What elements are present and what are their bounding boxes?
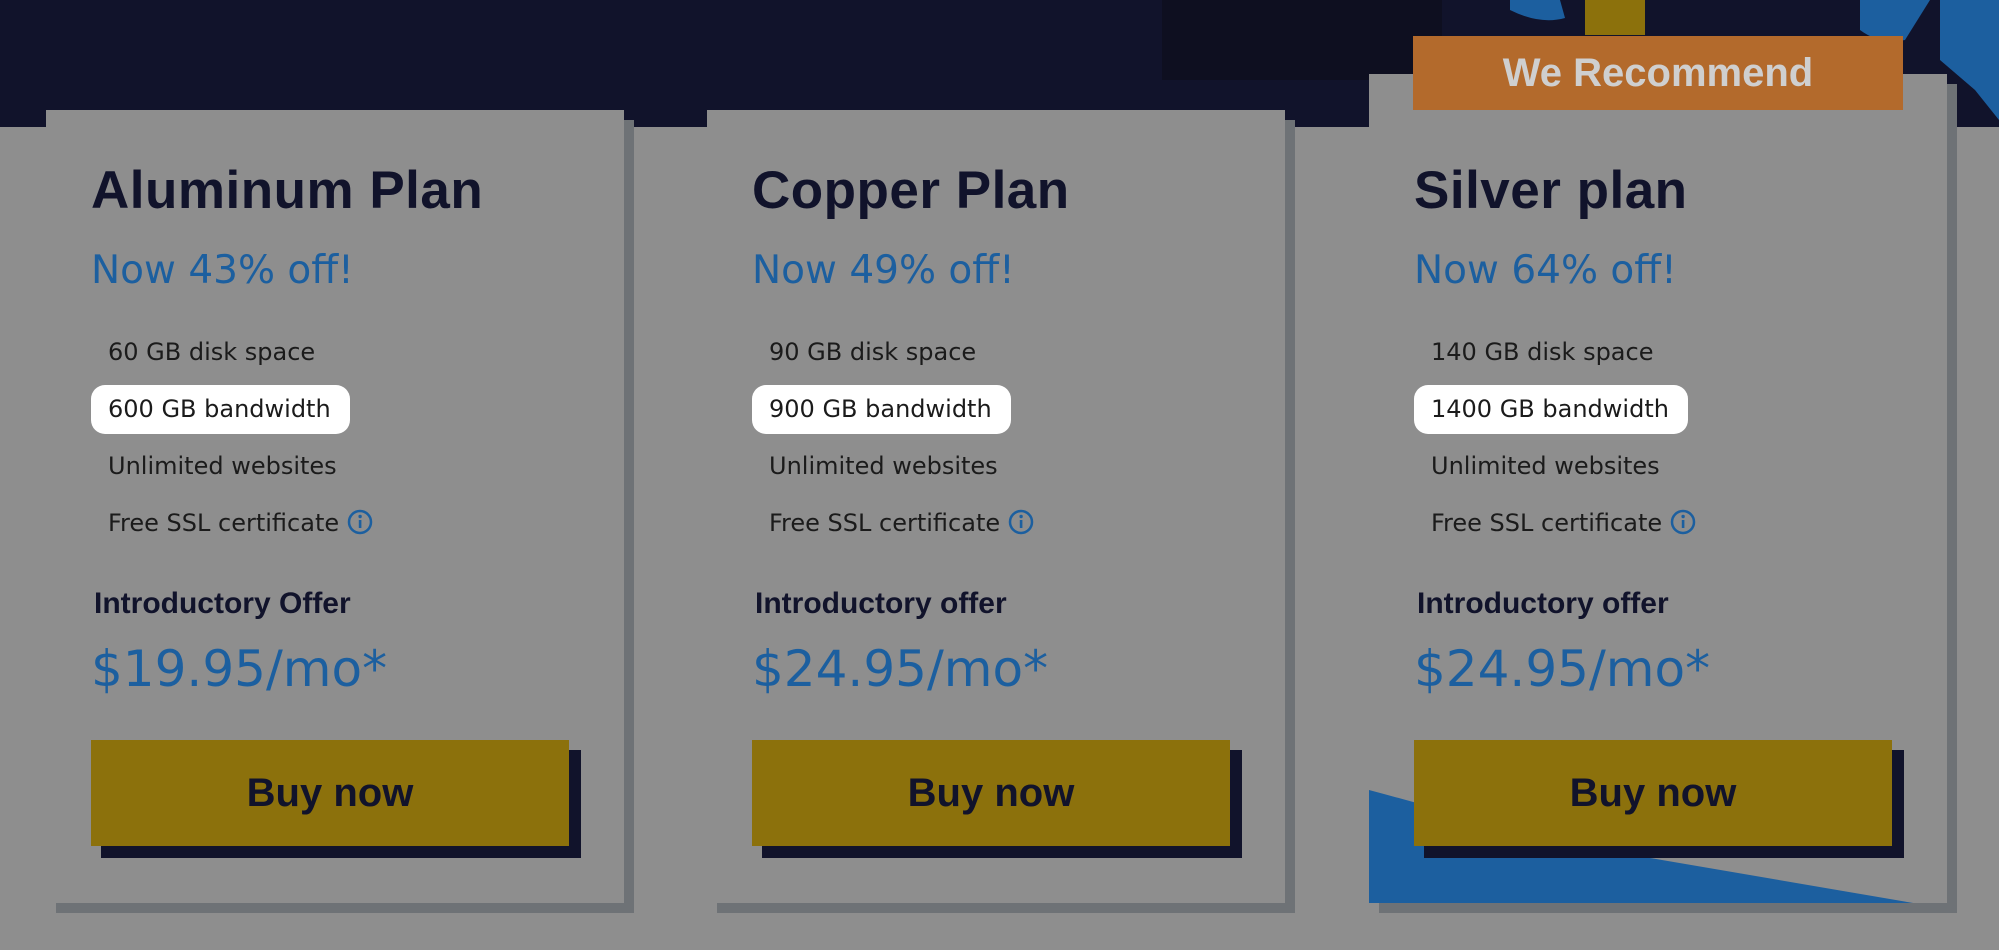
buy-now-button[interactable]: Buy now: [752, 740, 1230, 846]
plan-discount: Now 43% off!: [91, 248, 354, 293]
offer-label: Introductory offer: [1417, 587, 1669, 620]
recommend-badge: We Recommend: [1413, 36, 1903, 110]
feature-websites: Unlimited websites: [108, 452, 337, 480]
feature-ssl: Free SSL certificate: [91, 499, 392, 548]
plan-price: $24.95/mo*: [1414, 640, 1711, 698]
info-circle-icon[interactable]: [1008, 509, 1034, 535]
feature-ssl: Free SSL certificate: [752, 499, 1053, 548]
feature-disk-space: 60 GB disk space: [108, 338, 316, 366]
feature-list: 60 GB disk space 600 GB bandwidth Unlimi…: [91, 328, 392, 556]
plan-price: $24.95/mo*: [752, 640, 1049, 698]
plan-card-copper: Copper Plan Now 49% off! 90 GB disk spac…: [707, 110, 1285, 903]
buy-button-wrap: Buy now: [1414, 740, 1904, 858]
plan-price: $19.95/mo*: [91, 640, 388, 698]
plan-discount: Now 64% off!: [1414, 248, 1677, 293]
info-circle-icon[interactable]: [347, 509, 373, 535]
plan-title: Aluminum Plan: [91, 161, 484, 220]
feature-list: 90 GB disk space 900 GB bandwidth Unlimi…: [752, 328, 1053, 556]
feature-bandwidth: 600 GB bandwidth: [91, 385, 350, 435]
plan-title: Copper Plan: [752, 161, 1070, 220]
plan-discount: Now 49% off!: [752, 248, 1015, 293]
offer-label: Introductory offer: [755, 587, 1007, 620]
feature-bandwidth: 1400 GB bandwidth: [1414, 385, 1688, 435]
feature-bandwidth: 900 GB bandwidth: [752, 385, 1011, 435]
feature-ssl: Free SSL certificate: [1414, 499, 1715, 548]
plan-card-silver: Silver plan Now 64% off! 140 GB disk spa…: [1369, 74, 1947, 903]
buy-now-button[interactable]: Buy now: [1414, 740, 1892, 846]
feature-ssl-label: Free SSL certificate: [1431, 509, 1663, 537]
buy-button-wrap: Buy now: [752, 740, 1242, 858]
info-circle-icon[interactable]: [1670, 509, 1696, 535]
feature-websites: Unlimited websites: [769, 452, 998, 480]
feature-ssl-label: Free SSL certificate: [108, 509, 340, 537]
feature-disk-space: 140 GB disk space: [1431, 338, 1654, 366]
plan-card-aluminum: Aluminum Plan Now 43% off! 60 GB disk sp…: [46, 110, 624, 903]
offer-label: Introductory Offer: [94, 587, 351, 620]
feature-ssl-label: Free SSL certificate: [769, 509, 1001, 537]
feature-websites: Unlimited websites: [1431, 452, 1660, 480]
feature-disk-space: 90 GB disk space: [769, 338, 977, 366]
plan-title: Silver plan: [1414, 161, 1688, 220]
buy-now-button[interactable]: Buy now: [91, 740, 569, 846]
feature-list: 140 GB disk space 1400 GB bandwidth Unli…: [1414, 328, 1715, 556]
buy-button-wrap: Buy now: [91, 740, 581, 858]
